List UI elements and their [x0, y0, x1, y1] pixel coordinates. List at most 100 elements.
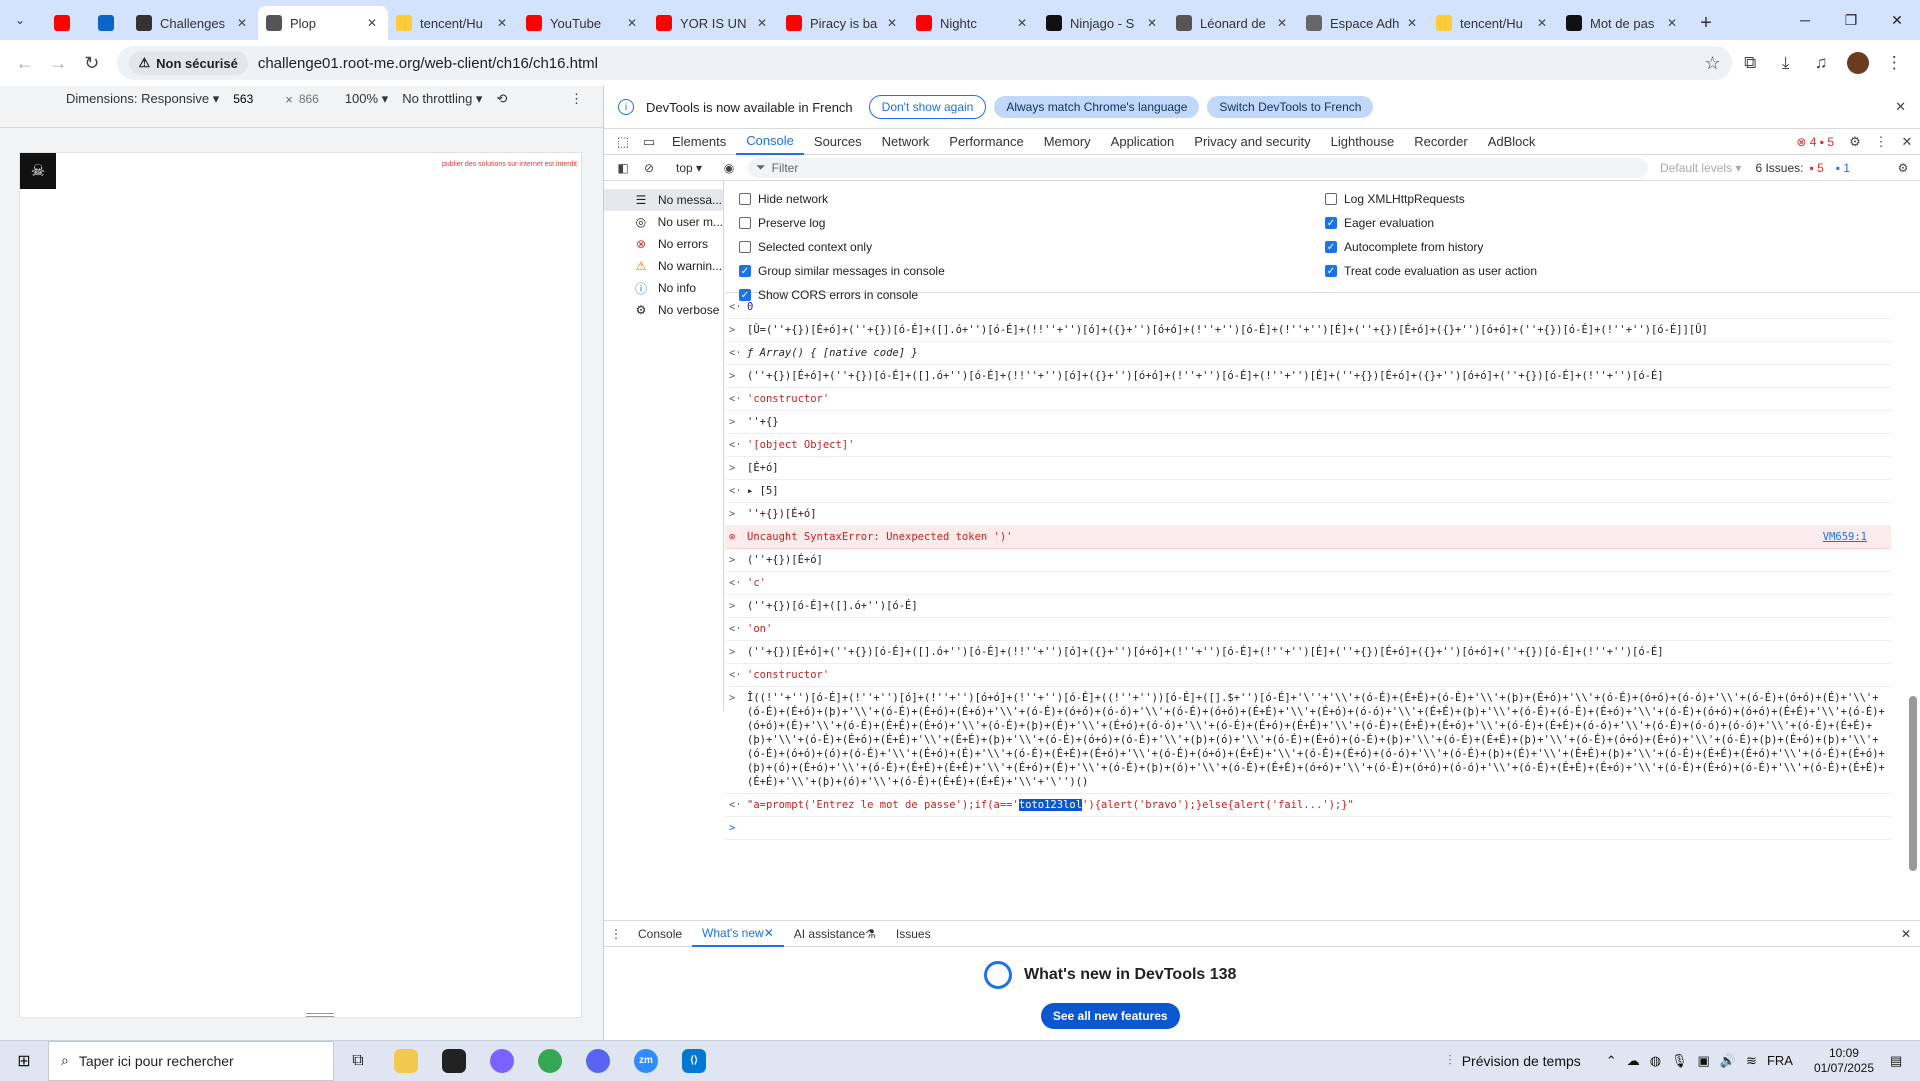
microphone-icon[interactable]: 🎙 [1671, 1053, 1688, 1069]
tab-close-icon[interactable]: ✕ [624, 16, 640, 30]
devtools-tab[interactable]: Network [872, 129, 940, 155]
sidebar-filter-item[interactable]: ⓘ No info [604, 277, 723, 299]
console-setting[interactable]: ✓ Group similar messages in console [739, 259, 945, 283]
sidebar-filter-item[interactable]: ⚠ No warnin... [604, 255, 723, 277]
file-explorer-icon[interactable] [382, 1041, 430, 1081]
tray-chevron-icon[interactable]: ⌃ [1606, 1053, 1617, 1069]
tab-close-icon[interactable]: ✕ [494, 16, 510, 30]
drawer-tab[interactable]: Console [628, 921, 692, 947]
tab-close-icon[interactable]: ✕ [754, 16, 770, 30]
settings-gear-icon[interactable]: ⚙ [1842, 134, 1868, 150]
speaker-icon[interactable]: 🔊 [1720, 1053, 1736, 1069]
console-arrow[interactable]: > [729, 415, 747, 429]
browser-tab[interactable]: Piracy is ba ✕ [778, 6, 908, 40]
drawer-tab[interactable]: AI assistance ⚗ [784, 921, 886, 947]
devtools-tab[interactable]: Privacy and security [1184, 129, 1320, 155]
devtools-tab[interactable]: Elements [662, 129, 736, 155]
new-tab-button[interactable]: + [1688, 6, 1724, 40]
address-bar[interactable]: ⚠ Non sécurisé challenge01.root-me.org/w… [116, 46, 1733, 80]
reload-icon[interactable]: ↻ [75, 46, 109, 80]
viewport-width-input[interactable] [233, 90, 280, 108]
security-chip[interactable]: ⚠ Non sécurisé [128, 51, 248, 75]
notifications-icon[interactable]: ▤ [1890, 1053, 1920, 1069]
console-setting[interactable]: Log XMLHttpRequests [1325, 187, 1537, 211]
root-me-logo[interactable]: ☠ [20, 153, 56, 189]
console-setting[interactable]: Preserve log [739, 211, 945, 235]
browser-tab[interactable]: tencent/Hu ✕ [1428, 6, 1558, 40]
console-arrow[interactable]: > [729, 599, 747, 613]
see-all-features-button[interactable]: See all new features [1040, 1003, 1180, 1029]
checkbox[interactable] [1325, 193, 1337, 205]
console-filter-input[interactable]: ⏷ Filter [748, 157, 1649, 178]
tab-close-icon[interactable]: ✕ [884, 16, 900, 30]
console-arrow[interactable]: > [729, 369, 747, 383]
console-setting[interactable]: Hide network [739, 187, 945, 211]
devtools-tab[interactable]: Sources [804, 129, 872, 155]
browser-tab[interactable]: Espace Adh ✕ [1298, 6, 1428, 40]
tab-close-icon[interactable]: ✕ [1274, 16, 1290, 30]
close-window-icon[interactable]: ✕ [1874, 0, 1920, 40]
dont-show-again-button[interactable]: Don't show again [868, 95, 987, 119]
sidebar-filter-item[interactable]: ◎ No user m... [604, 211, 723, 233]
extensions-icon[interactable]: ⧉ [1732, 53, 1767, 73]
drawer-tab[interactable]: What's new ✕ [692, 921, 784, 947]
close-infobar-icon[interactable]: ✕ [1895, 99, 1906, 115]
sidebar-filter-item[interactable]: ⚙ No verbose [604, 299, 723, 321]
checkbox[interactable]: ✓ [1325, 265, 1337, 277]
checkbox[interactable]: ✓ [1325, 217, 1337, 229]
device-more-icon[interactable]: ⋮ [570, 91, 583, 107]
issues-counter[interactable]: 6 Issues: ▪ 5 ▪ 1 [1755, 161, 1862, 175]
console-setting[interactable]: ✓ Eager evaluation [1325, 211, 1537, 235]
tab-close-icon[interactable]: ✕ [1404, 16, 1420, 30]
tab-close-icon[interactable]: ✕ [1014, 16, 1030, 30]
bookmark-star-icon[interactable]: ☆ [1704, 53, 1720, 74]
wifi-icon[interactable]: ≋ [1746, 1053, 1757, 1069]
copilot-icon[interactable] [478, 1041, 526, 1081]
eye-icon[interactable]: ◉ [716, 161, 742, 175]
console-arrow[interactable]: > [729, 461, 747, 475]
vscode-icon[interactable]: ⟨⟩ [670, 1041, 718, 1081]
devtools-tab[interactable]: Lighthouse [1321, 129, 1405, 155]
chrome-icon[interactable] [526, 1041, 574, 1081]
browser-tab[interactable]: YOR IS UN ✕ [648, 6, 778, 40]
checkbox[interactable]: ✓ [739, 265, 751, 277]
download-icon[interactable]: ⤓ [1768, 53, 1803, 73]
devtools-menu-icon[interactable]: ⋮ [1868, 134, 1894, 150]
switch-to-french-button[interactable]: Switch DevTools to French [1207, 96, 1374, 118]
console-arrow[interactable]: > [729, 553, 747, 567]
throttling-select[interactable]: No throttling ▾ [402, 91, 482, 107]
log-levels-select[interactable]: Default levels ▾ [1660, 161, 1741, 175]
browser-tab[interactable]: YouTube ✕ [518, 6, 648, 40]
devtools-tab[interactable]: Console [736, 129, 804, 155]
close-drawer-icon[interactable]: ✕ [1901, 927, 1911, 941]
browser-tab[interactable] [84, 6, 128, 40]
browser-tab[interactable]: Mot de pas ✕ [1558, 6, 1688, 40]
zoom-select[interactable]: 100% ▾ [345, 91, 388, 107]
tab-close-icon[interactable]: ✕ [1144, 16, 1160, 30]
zoom-icon[interactable]: zm [622, 1041, 670, 1081]
language-indicator[interactable]: FRA [1767, 1053, 1793, 1068]
browser-tab[interactable]: Nightc ✕ [908, 6, 1038, 40]
viewport-height-input[interactable] [298, 90, 345, 108]
terminal-icon[interactable] [430, 1041, 478, 1081]
console-settings-icon[interactable]: ⚙ [1890, 161, 1916, 175]
tab-search-icon[interactable]: ⌄ [0, 0, 40, 40]
back-icon[interactable]: ← [8, 46, 42, 80]
tab-close-icon[interactable]: ✕ [234, 16, 250, 30]
drawer-menu-icon[interactable]: ⋮ [610, 927, 622, 941]
source-link[interactable]: VM659:1 [1823, 530, 1867, 544]
cloud-icon[interactable]: ☁ [1627, 1053, 1640, 1069]
browser-tab[interactable]: tencent/Hu ✕ [388, 6, 518, 40]
media-control-icon[interactable]: ♫ [1803, 53, 1838, 73]
close-tab-icon[interactable]: ✕ [764, 926, 774, 940]
browser-tab[interactable]: Ninjago - S ✕ [1038, 6, 1168, 40]
tab-close-icon[interactable]: ✕ [1664, 16, 1680, 30]
browser-tab[interactable] [40, 6, 84, 40]
devtools-tab[interactable]: Application [1101, 129, 1185, 155]
devtools-tab[interactable]: AdBlock [1478, 129, 1546, 155]
browser-tab[interactable]: Challenges ✕ [128, 6, 258, 40]
tab-close-icon[interactable]: ✕ [364, 16, 380, 30]
taskbar-search-box[interactable]: ⌕ Taper ici pour rechercher [48, 1040, 334, 1081]
minimize-icon[interactable]: ─ [1782, 0, 1828, 40]
rotate-icon[interactable]: ⟲ [496, 91, 507, 107]
